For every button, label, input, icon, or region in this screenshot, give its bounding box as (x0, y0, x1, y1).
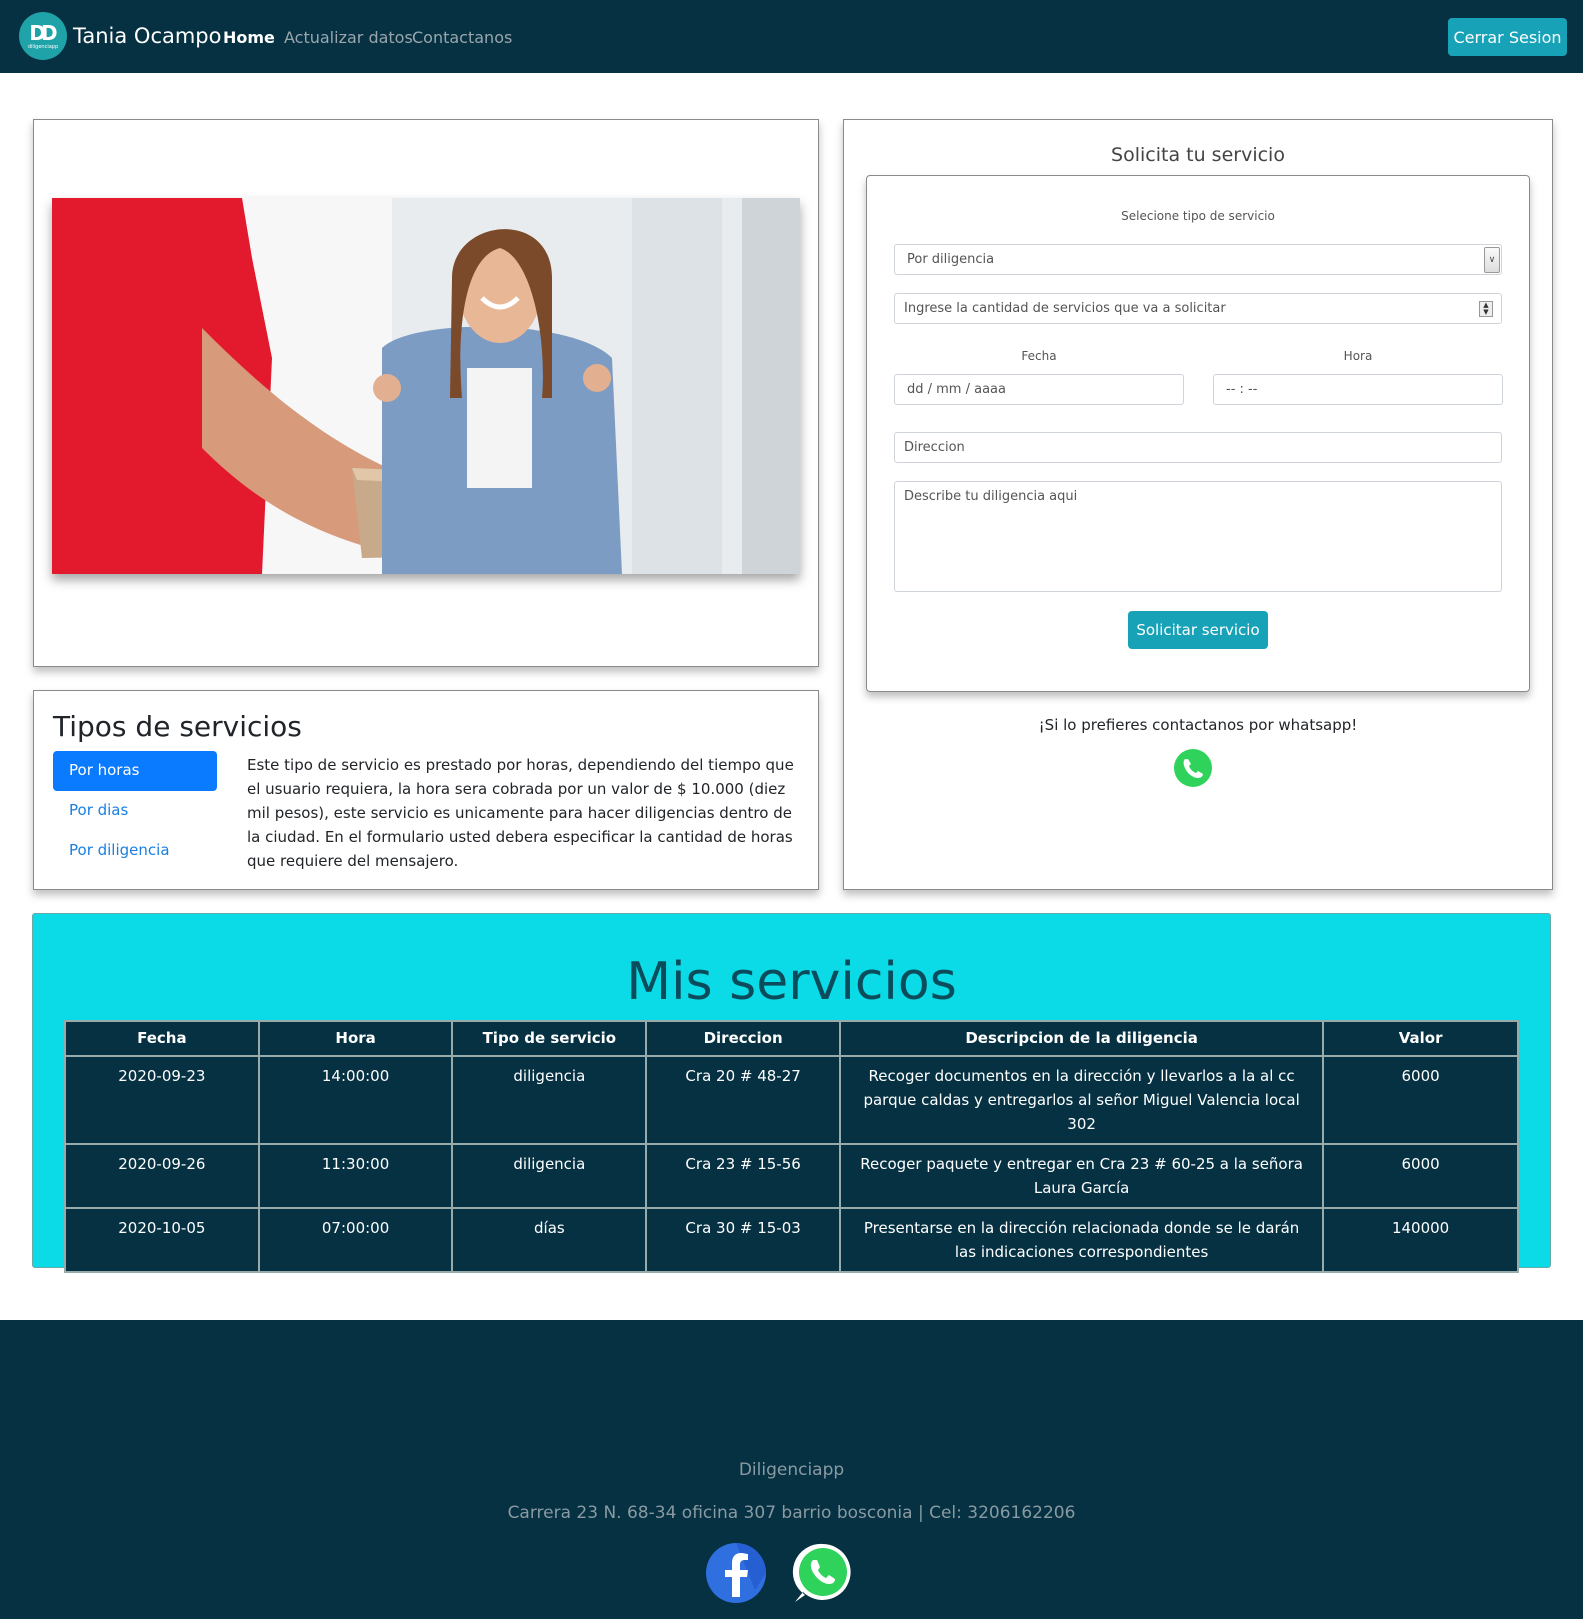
brand-name[interactable]: Tania Ocampo (73, 24, 222, 48)
service-type-value: Por diligencia (907, 252, 995, 267)
table-row: 2020-10-05 07:00:00 días Cra 30 # 15-03 … (64, 1207, 1519, 1273)
quantity-placeholder: Ingrese la cantidad de servicios que va … (904, 301, 1226, 316)
select-chevron-icon[interactable]: ∨ (1484, 247, 1500, 273)
cell: 6000 (1322, 1143, 1519, 1209)
cell: Cra 20 # 48-27 (645, 1055, 841, 1145)
footer-brand: Diligenciapp (738, 1460, 845, 1480)
mis-servicios-title: Mis servicios (626, 952, 957, 1012)
direccion-input[interactable]: Direccion (894, 432, 1502, 463)
table-header-row: Fecha Hora Tipo de servicio Direccion De… (64, 1020, 1519, 1057)
facebook-icon[interactable] (705, 1542, 767, 1608)
pill-por-diligencia[interactable]: Por diligencia (53, 831, 217, 871)
logo-sub: diligenciapp (27, 43, 59, 50)
logout-button[interactable]: Cerrar Sesion (1448, 18, 1567, 56)
cell: 14:00:00 (257, 1055, 454, 1145)
col-hora: Hora (257, 1020, 454, 1057)
tipos-title: Tipos de servicios (53, 710, 302, 743)
cell: 07:00:00 (257, 1207, 454, 1273)
whatsapp-prompt: ¡Si lo prefieres contactanos por whatsap… (1038, 716, 1358, 734)
col-tipo: Tipo de servicio (451, 1020, 648, 1057)
cell: Recoger documentos en la dirección y lle… (838, 1055, 1325, 1145)
pill-por-dias[interactable]: Por dias (53, 791, 217, 831)
spinner-icon[interactable]: ▲ ▼ (1479, 301, 1493, 317)
footer-address: Carrera 23 N. 68-34 oficina 307 barrio b… (507, 1503, 1076, 1523)
form-title: Solicita tu servicio (1111, 144, 1285, 166)
service-type-select[interactable]: Por diligencia ∨ (894, 244, 1502, 275)
services-table: Fecha Hora Tipo de servicio Direccion De… (64, 1020, 1519, 1273)
whatsapp-icon[interactable] (792, 1542, 854, 1608)
cell: Cra 23 # 15-56 (645, 1143, 841, 1209)
hora-label: Hora (1343, 349, 1373, 363)
cell: 11:30:00 (257, 1143, 454, 1209)
tipos-description: Este tipo de servicio es prestado por ho… (247, 756, 794, 870)
col-direccion: Direccion (645, 1020, 841, 1057)
cell: diligencia (451, 1055, 648, 1145)
cell: 2020-09-23 (64, 1055, 260, 1145)
cell: diligencia (451, 1143, 648, 1209)
top-navbar: DD diligenciapp Tania Ocampo Home Actual… (0, 0, 1583, 73)
logo-mark: DD (29, 20, 57, 45)
select-label: Selecione tipo de servicio (1121, 209, 1275, 223)
fecha-label: Fecha (1021, 349, 1057, 363)
table-row: 2020-09-23 14:00:00 diligencia Cra 20 # … (64, 1055, 1519, 1145)
cell: Presentarse en la dirección relacionada … (838, 1207, 1325, 1273)
cell: 6000 (1322, 1055, 1519, 1145)
cell: Recoger paquete y entregar en Cra 23 # 6… (838, 1143, 1325, 1209)
fecha-input[interactable]: dd / mm / aaaa (894, 374, 1184, 405)
descripcion-textarea[interactable]: Describe tu diligencia aqui (894, 481, 1502, 592)
cell: Cra 30 # 15-03 (645, 1207, 841, 1273)
cell: 140000 (1322, 1207, 1519, 1273)
hora-input[interactable]: -- : -- (1213, 374, 1503, 405)
logo-icon[interactable]: DD diligenciapp (19, 12, 67, 60)
cell: días (451, 1207, 648, 1273)
col-valor: Valor (1322, 1020, 1519, 1057)
hero-image (52, 198, 800, 574)
solicitar-button[interactable]: Solicitar servicio (1128, 611, 1268, 649)
table-row: 2020-09-26 11:30:00 diligencia Cra 23 # … (64, 1143, 1519, 1209)
nav-contactanos[interactable]: Contactanos (412, 28, 512, 47)
col-fecha: Fecha (64, 1020, 260, 1057)
col-descripcion: Descripcion de la diligencia (838, 1020, 1325, 1057)
quantity-input[interactable]: Ingrese la cantidad de servicios que va … (894, 293, 1502, 324)
nav-actualizar-datos[interactable]: Actualizar datos (284, 28, 413, 47)
pill-por-horas[interactable]: Por horas (53, 751, 217, 791)
whatsapp-icon[interactable] (1168, 744, 1218, 798)
nav-home[interactable]: Home (223, 28, 275, 47)
cell: 2020-09-26 (64, 1143, 260, 1209)
cell: 2020-10-05 (64, 1207, 260, 1273)
